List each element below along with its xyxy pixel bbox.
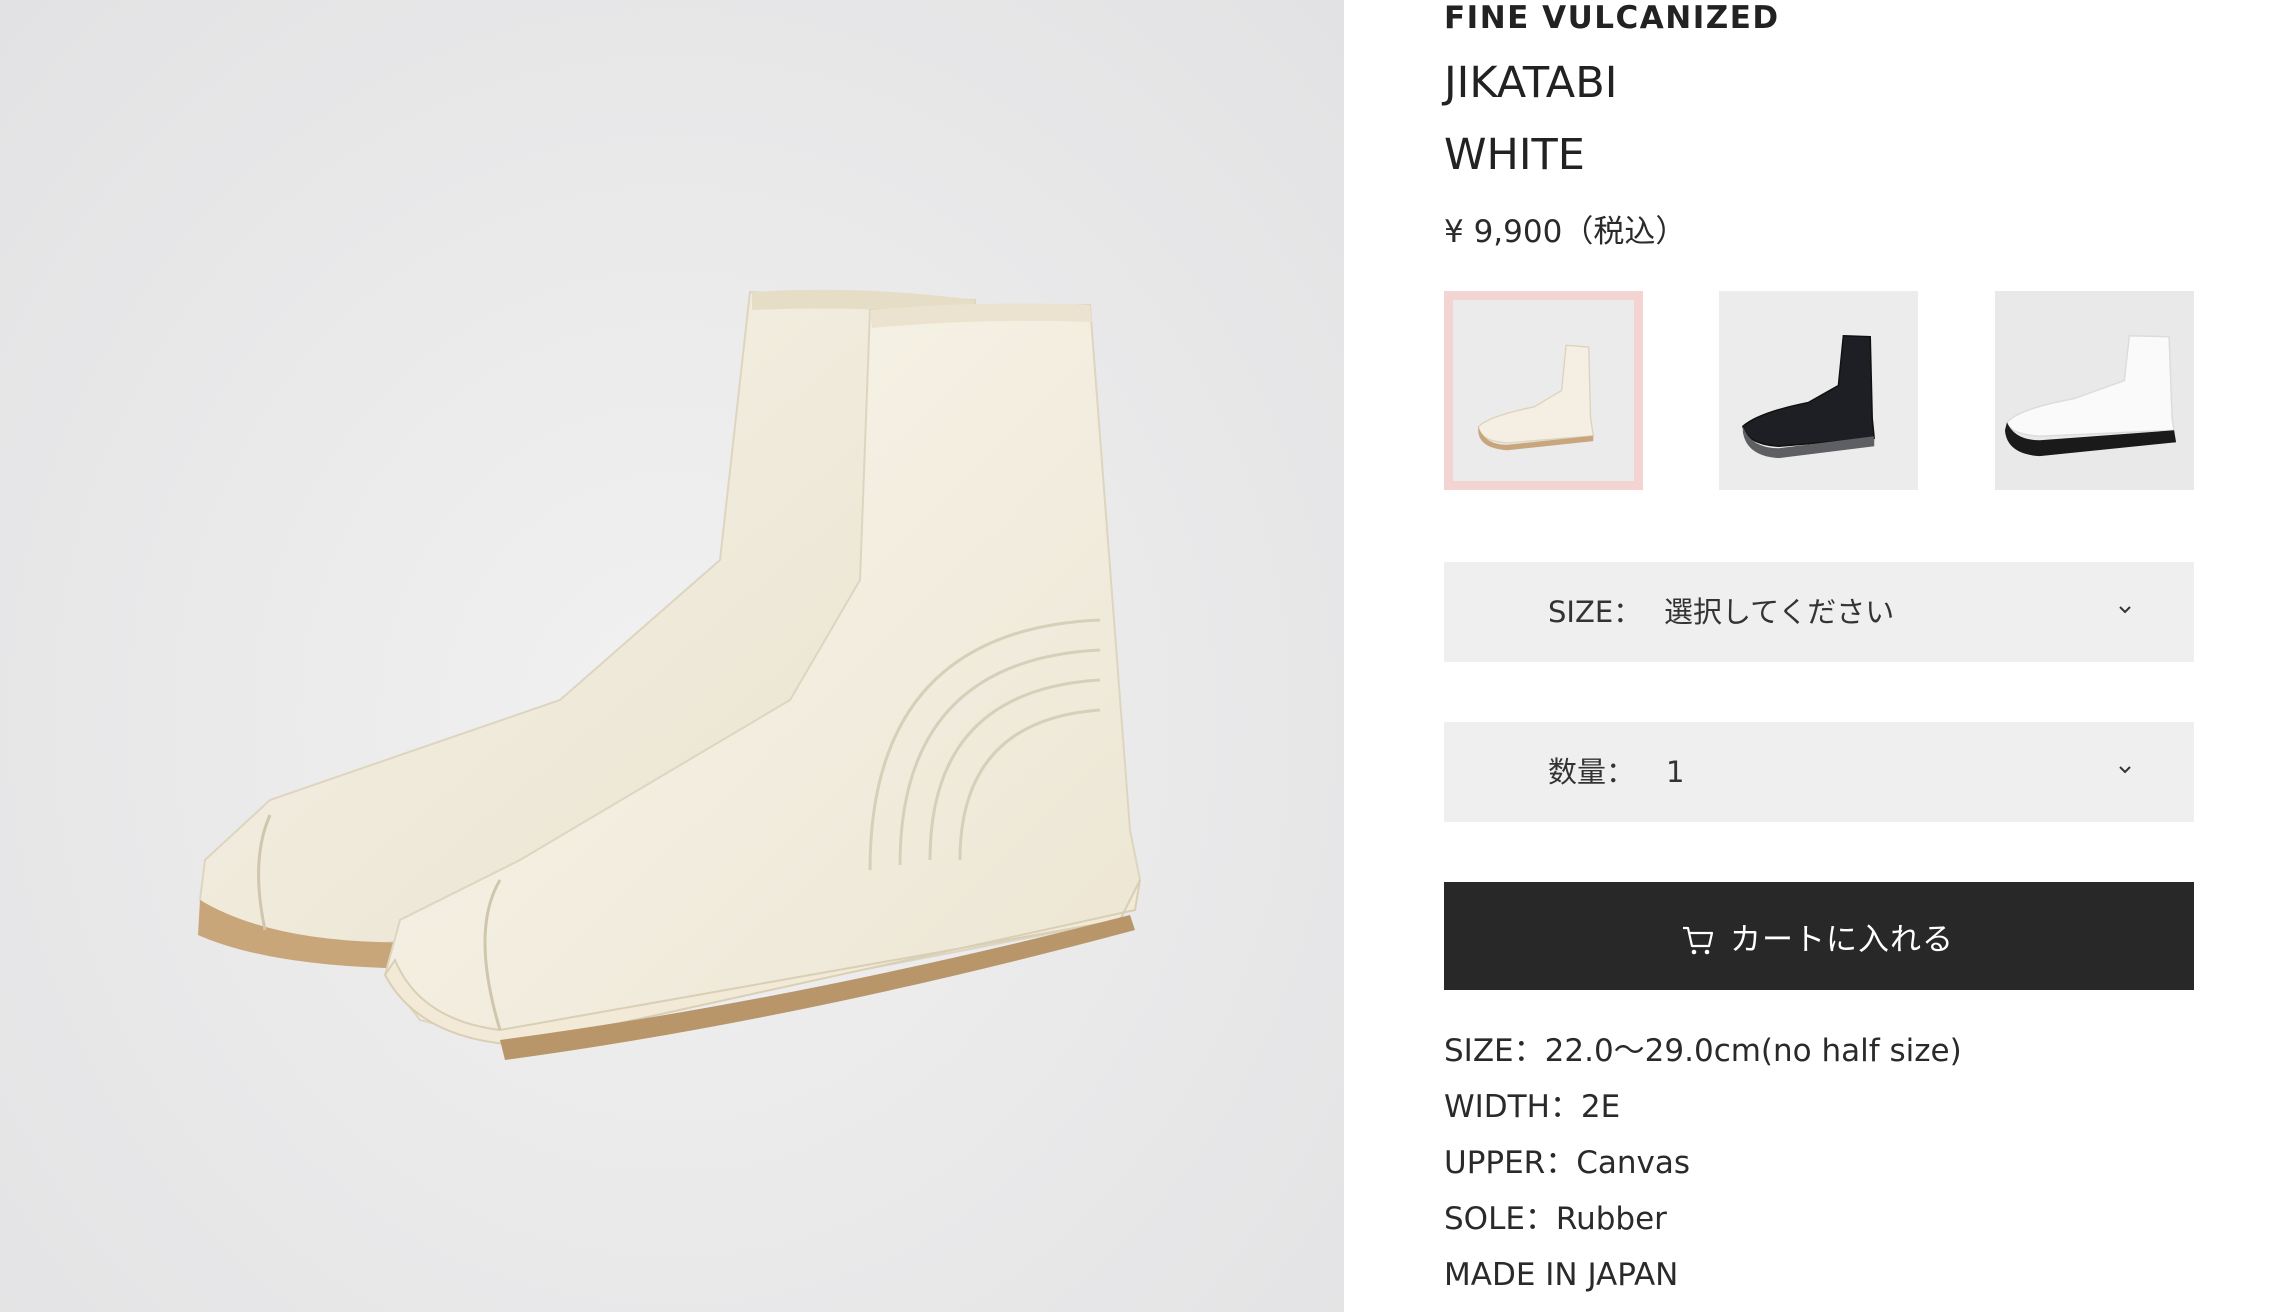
chevron-down-icon [2119,606,2131,614]
spec-size: SIZE：22.0〜29.0cm(no half size) [1444,1033,1962,1069]
size-select-label: SIZE： [1548,595,1643,629]
product-name: JIKATABI [1444,58,1618,108]
quantity-select[interactable]: 数量： 1 [1444,722,2194,822]
white-black-sole-tabi-thumbnail-icon [1995,291,2194,490]
add-to-cart-label: カートに入れる [1730,921,1954,958]
product-specs: SIZE：22.0〜29.0cm(no half size) WIDTH：2E … [1444,1023,2194,1303]
spec-sole: SOLE：Rubber [1444,1201,1667,1237]
tabi-boots-illustration [198,289,1142,1060]
quantity-select-label: 数量： [1548,755,1636,789]
thumbnail-white-black-sole[interactable] [1995,291,2194,490]
size-select-value: 選択してください [1664,595,1895,629]
quantity-select-value: 1 [1666,755,1685,789]
product-price: ¥ 9,900（税込） [1444,214,1687,250]
size-select[interactable]: SIZE： 選択してください [1444,562,2194,662]
spec-origin: MADE IN JAPAN [1444,1257,1679,1293]
spec-upper: UPPER：Canvas [1444,1145,1690,1181]
spec-width: WIDTH：2E [1444,1089,1621,1125]
black-tabi-thumbnail-icon [1719,291,1918,490]
product-brand: FINE VULCANIZED [1444,0,1780,36]
product-main-image [0,0,1344,1312]
chevron-down-icon [2119,766,2131,774]
white-tabi-thumbnail-icon [1453,300,1634,481]
product-page: FINE VULCANIZED JIKATABI WHITE ¥ 9,900（税… [0,0,2270,1312]
thumbnail-white[interactable] [1444,291,1643,490]
thumbnail-black[interactable] [1719,291,1918,490]
product-color: WHITE [1444,130,1585,180]
cart-icon [1683,926,1714,955]
variant-thumbnails [1444,291,2194,490]
product-info: FINE VULCANIZED JIKATABI WHITE ¥ 9,900（税… [1444,0,2194,1312]
add-to-cart-button[interactable]: カートに入れる [1444,882,2194,990]
